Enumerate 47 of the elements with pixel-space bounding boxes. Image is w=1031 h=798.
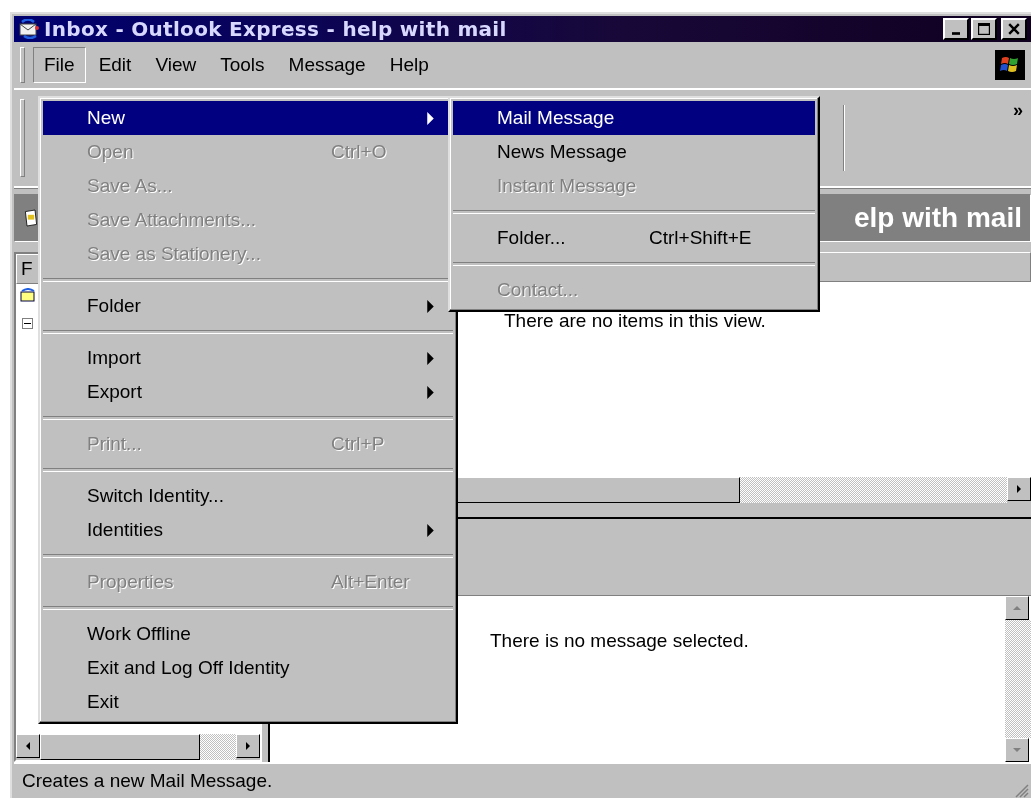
menu-item[interactable]: Tools: [209, 47, 276, 83]
more-tools-button[interactable]: »: [1013, 100, 1023, 121]
maximize-button[interactable]: [971, 18, 997, 40]
menu-item[interactable]: Export: [43, 375, 453, 409]
left-arrow-icon: [24, 742, 32, 750]
flag-icon: [995, 50, 1025, 80]
menu-item[interactable]: Import: [43, 341, 453, 375]
collapse-icon[interactable]: [22, 318, 33, 329]
scroll-down-button[interactable]: [1005, 738, 1029, 762]
minimize-button[interactable]: [943, 18, 969, 40]
maximize-icon: [978, 23, 990, 35]
menu-item[interactable]: View: [144, 47, 208, 83]
empty-list-text: There are no items in this view.: [504, 310, 766, 331]
status-text: Creates a new Mail Message.: [22, 770, 273, 792]
menu-item[interactable]: Help: [378, 47, 440, 83]
close-button[interactable]: [1001, 18, 1027, 40]
scroll-up-button[interactable]: [1005, 595, 1029, 620]
menu-item[interactable]: Exit: [43, 685, 453, 719]
empty-preview-text: There is no message selected.: [490, 629, 749, 651]
right-arrow-icon: [244, 742, 252, 750]
scroll-left-button[interactable]: [16, 734, 40, 758]
resize-grip-icon[interactable]: [1013, 782, 1029, 798]
horizontal-scrollbar[interactable]: [16, 734, 260, 760]
vertical-scrollbar[interactable]: [1005, 595, 1031, 762]
menu-item[interactable]: Exit and Log Off Identity: [43, 651, 453, 685]
close-icon: [1008, 23, 1020, 35]
scroll-right-button[interactable]: [1007, 476, 1031, 501]
up-arrow-icon: [1013, 603, 1021, 612]
minimize-icon: [952, 31, 960, 35]
menu-item[interactable]: Folder... Ctrl+Shift+E: [453, 221, 815, 255]
menu-item[interactable]: Edit: [87, 47, 143, 83]
down-arrow-icon: [1013, 746, 1021, 754]
menu-item[interactable]: News Message: [453, 135, 815, 169]
right-arrow-icon: [1015, 484, 1023, 493]
inbox-icon: [23, 206, 39, 230]
mail-icon: [20, 288, 36, 304]
mail-icon: [18, 19, 40, 39]
menu-item[interactable]: Switch Identity...: [43, 479, 453, 513]
scroll-right-button[interactable]: [236, 734, 260, 758]
scroll-thumb[interactable]: [40, 734, 200, 760]
menu-item[interactable]: Work Offline: [43, 617, 453, 651]
menu-item[interactable]: File: [33, 47, 86, 83]
menu-item[interactable]: Mail Message: [453, 101, 815, 135]
window-title: Inbox - Outlook Express - help with mail: [44, 17, 507, 41]
folder-title: elp with mail: [853, 202, 1022, 234]
menu-item[interactable]: Message: [277, 47, 377, 83]
menu-item[interactable]: Identities: [43, 513, 453, 547]
